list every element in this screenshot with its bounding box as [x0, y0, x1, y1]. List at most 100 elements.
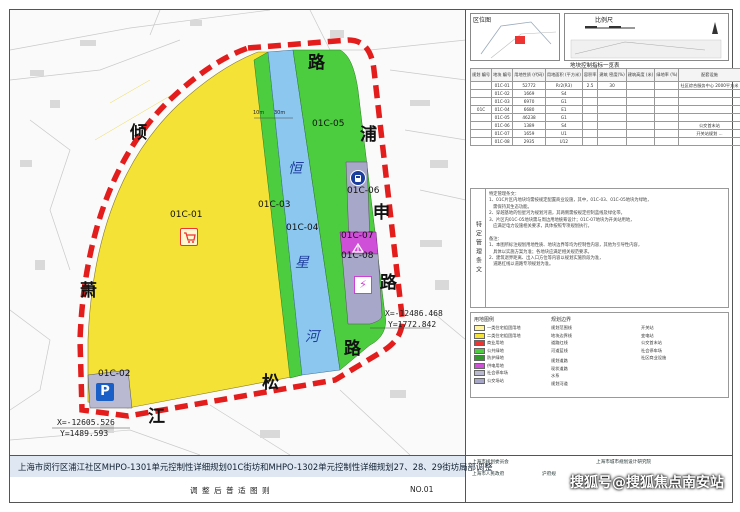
- table-header: 绿地率 (%): [654, 68, 680, 82]
- legend-item: 规划范围线: [551, 324, 572, 332]
- table-cell: [597, 137, 627, 146]
- legend-item: 公共绿地: [474, 347, 521, 355]
- legend-box: 用地图例 一类住宅组团用地 二类住宅组团用地 商业用地 公共绿地 防护绿地 供电用地 社会停…: [470, 312, 729, 398]
- legend-label: 变电站: [641, 332, 654, 338]
- map-canvas: [10, 10, 466, 455]
- table-cell: [469, 137, 493, 146]
- legend-swatch: [474, 332, 485, 339]
- legend-label: 公交首末站: [641, 340, 662, 345]
- parcel-label-01c-06: 01C-06: [347, 186, 380, 196]
- approver-2: 上海市城市规划设计研究院: [596, 460, 652, 465]
- table-header: 规划 编号: [469, 68, 493, 82]
- table-cell: [625, 121, 656, 130]
- river-name-char: 星: [295, 255, 309, 271]
- watermark: 搜狐号@搜狐焦点南安站: [570, 475, 724, 491]
- table-cell: [597, 129, 627, 138]
- side-panel: 区位图 比例尺 地块控制指标一览表 规划 编号 地块 编号 用地性质 (代码) …: [465, 10, 740, 455]
- road-name-char: 路: [308, 53, 325, 73]
- legend-col-boundary: 规划范围线 地块边界线道路红线河道蓝线: [551, 324, 572, 354]
- legend-item: 现状道路: [551, 365, 568, 373]
- table-cell: [625, 129, 656, 138]
- legend-col-landuse: 一类住宅组团用地 二类住宅组团用地 商业用地 公共绿地 防护绿地 供电用地 社会停车场 公交场…: [474, 324, 521, 384]
- plan-subtitle: 调 整 后 普 适 图 则: [190, 486, 271, 495]
- legend-label: 社区商业设施: [641, 355, 667, 360]
- planning-map-page: { "map": { "parcels": { "p01": {"label":…: [0, 0, 740, 512]
- dimension-label: 30m: [274, 110, 286, 116]
- locator-map: 区位图: [470, 13, 560, 61]
- legend-swatch: [474, 347, 485, 354]
- table-cell: [581, 97, 599, 106]
- table-header: 建筑高度 (米): [625, 68, 656, 82]
- table-cell: [581, 121, 599, 130]
- road-name-char: 江: [148, 407, 165, 427]
- table-body: 01C-0152772Rr2(R3)2.530社区综合服务中心 2000平方米规…: [469, 81, 740, 146]
- road-name-char: 路: [344, 339, 361, 359]
- table-cell: U1: [544, 129, 583, 138]
- legend-swatch: [474, 325, 485, 331]
- legend-label: 地块边界线: [551, 332, 572, 338]
- table-row: 01C01C-046680E1规划: [469, 105, 740, 114]
- table-cell: [597, 89, 627, 98]
- table-cell: [654, 89, 680, 98]
- road-name-char: 萧: [80, 281, 97, 301]
- table-cell: E1: [544, 105, 583, 114]
- table-header-row: 规划 编号 地块 编号 用地性质 (代码) 用地面积 (平方米) 容积率 建筑 …: [469, 68, 740, 82]
- table-cell: [654, 137, 680, 146]
- bus-icon: [350, 170, 366, 186]
- substation-icon: [351, 238, 365, 253]
- legend-label: 开关站: [641, 325, 654, 330]
- road-name-char: 倾: [130, 123, 147, 143]
- table-row: 01C-036970G1规划: [469, 97, 740, 106]
- legend-item: 水系: [551, 372, 568, 380]
- legend-label: 道路红线: [551, 340, 568, 345]
- table-cell: [581, 89, 599, 98]
- legend-label: 商业用地: [487, 340, 504, 345]
- table-header: 地块 编号: [491, 68, 514, 82]
- legend-label: 二类住宅组团用地: [487, 332, 521, 338]
- road-name-char: 浦: [360, 125, 377, 145]
- legend-col-roads: 规划道路 现状道路 水系 规划河道: [551, 357, 568, 387]
- table-cell: 52772: [512, 81, 546, 90]
- table-row: 01C-021669S4规划: [469, 89, 740, 98]
- table-cell: [654, 105, 680, 114]
- title-block: 上海市闵行区浦江社区MHPO-1301单元控制性详细规划01C街坊和MHPO-1…: [10, 455, 732, 503]
- table-header: 配套设施: [678, 68, 740, 82]
- table-cell: 1659: [512, 129, 546, 138]
- legend-item: 公交首末站: [641, 339, 666, 347]
- table-header: 用地面积 (平方米): [544, 68, 583, 82]
- table-row: 01C-0546238G1规划: [469, 113, 740, 122]
- table-cell: [469, 113, 493, 122]
- table-cell: 01C: [469, 105, 493, 114]
- notes-box: 特定管理条文 特定管理条文： 1、01C片区内地块均需按规定配置商业设施，其中，…: [470, 188, 729, 308]
- table-cell: [625, 81, 656, 90]
- table-cell: [597, 97, 627, 106]
- table-row: 01C-082935U12规划: [469, 137, 740, 146]
- table-cell: [469, 81, 493, 90]
- table-cell: 2.5: [581, 81, 599, 90]
- road-name-char: 申: [373, 203, 390, 223]
- legend-label: 规划道路: [551, 358, 568, 363]
- legend-label: 公共绿地: [487, 347, 504, 353]
- table-cell: [625, 97, 656, 106]
- scale-box: 比例尺: [564, 13, 729, 61]
- legend-item: 变电站: [641, 332, 666, 340]
- legend-item: 规划道路: [551, 357, 568, 365]
- legend-label: 河道蓝线: [551, 347, 568, 353]
- legend-item: 河道蓝线: [551, 347, 572, 355]
- plan-subtitle-row: 调 整 后 普 适 图 则 NO.01: [10, 477, 466, 503]
- table-cell: 01C-07: [491, 129, 514, 138]
- legend-col-facilities: 开关站 变电站 公交首末站 社会停车场 社区商业设施: [641, 324, 666, 362]
- legend-item: 公交场站: [474, 377, 521, 385]
- legend-item: 供电用地: [474, 362, 521, 370]
- control-index-table: 规划 编号 地块 编号 用地性质 (代码) 用地面积 (平方米) 容积率 建筑 …: [469, 68, 740, 146]
- parcel-label-01c-03: 01C-03: [258, 200, 291, 210]
- table-cell: [654, 81, 680, 90]
- legend-item: 社会停车场: [474, 369, 521, 377]
- parcel-label-01c-04: 01C-04: [286, 223, 319, 233]
- notes-text: 特定管理条文： 1、01C片区内地块均需按规定配置商业设施，其中，01C-03、…: [489, 192, 652, 268]
- table-row: 01C-061389S4公交首末站规划: [469, 121, 740, 130]
- approver-1: 上海市规划委员会: [472, 460, 509, 465]
- legend-label: 水系: [551, 373, 560, 378]
- lightning-icon: ⚡: [354, 276, 372, 294]
- legend-label: 现状道路: [551, 365, 568, 371]
